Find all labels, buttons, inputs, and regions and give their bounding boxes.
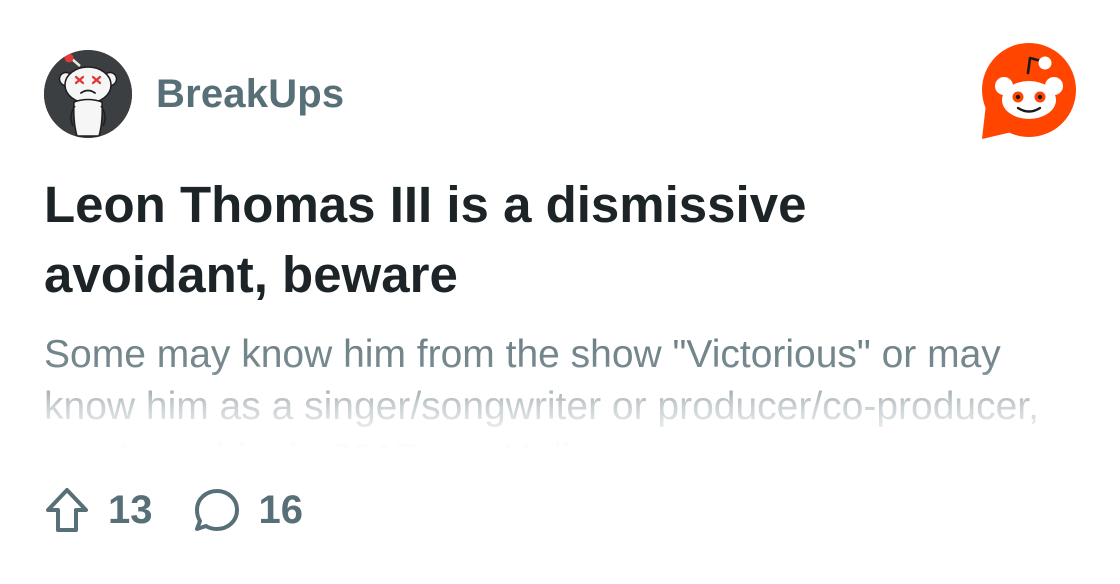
- post-body-preview: Some may know him from the show "Victori…: [44, 333, 1039, 455]
- comments-button[interactable]: 16: [193, 486, 304, 534]
- upvote-arrow-icon: [46, 488, 88, 532]
- comment-bubble-icon: [194, 489, 239, 531]
- subreddit-avatar-icon[interactable]: [44, 50, 132, 138]
- subreddit-name[interactable]: BreakUps: [156, 72, 344, 117]
- post-card[interactable]: BreakUps Leon Thomas III is a dismissive…: [0, 0, 1120, 584]
- reddit-logo-icon[interactable]: [978, 42, 1078, 142]
- post-stats: 13 16: [44, 484, 343, 536]
- upvote-count: 13: [108, 487, 153, 532]
- post-title[interactable]: Leon Thomas III is a dismissive avoidant…: [44, 170, 1044, 310]
- comment-count: 16: [258, 487, 304, 532]
- upvote-button[interactable]: 13: [44, 486, 153, 534]
- post-header: BreakUps: [44, 50, 344, 138]
